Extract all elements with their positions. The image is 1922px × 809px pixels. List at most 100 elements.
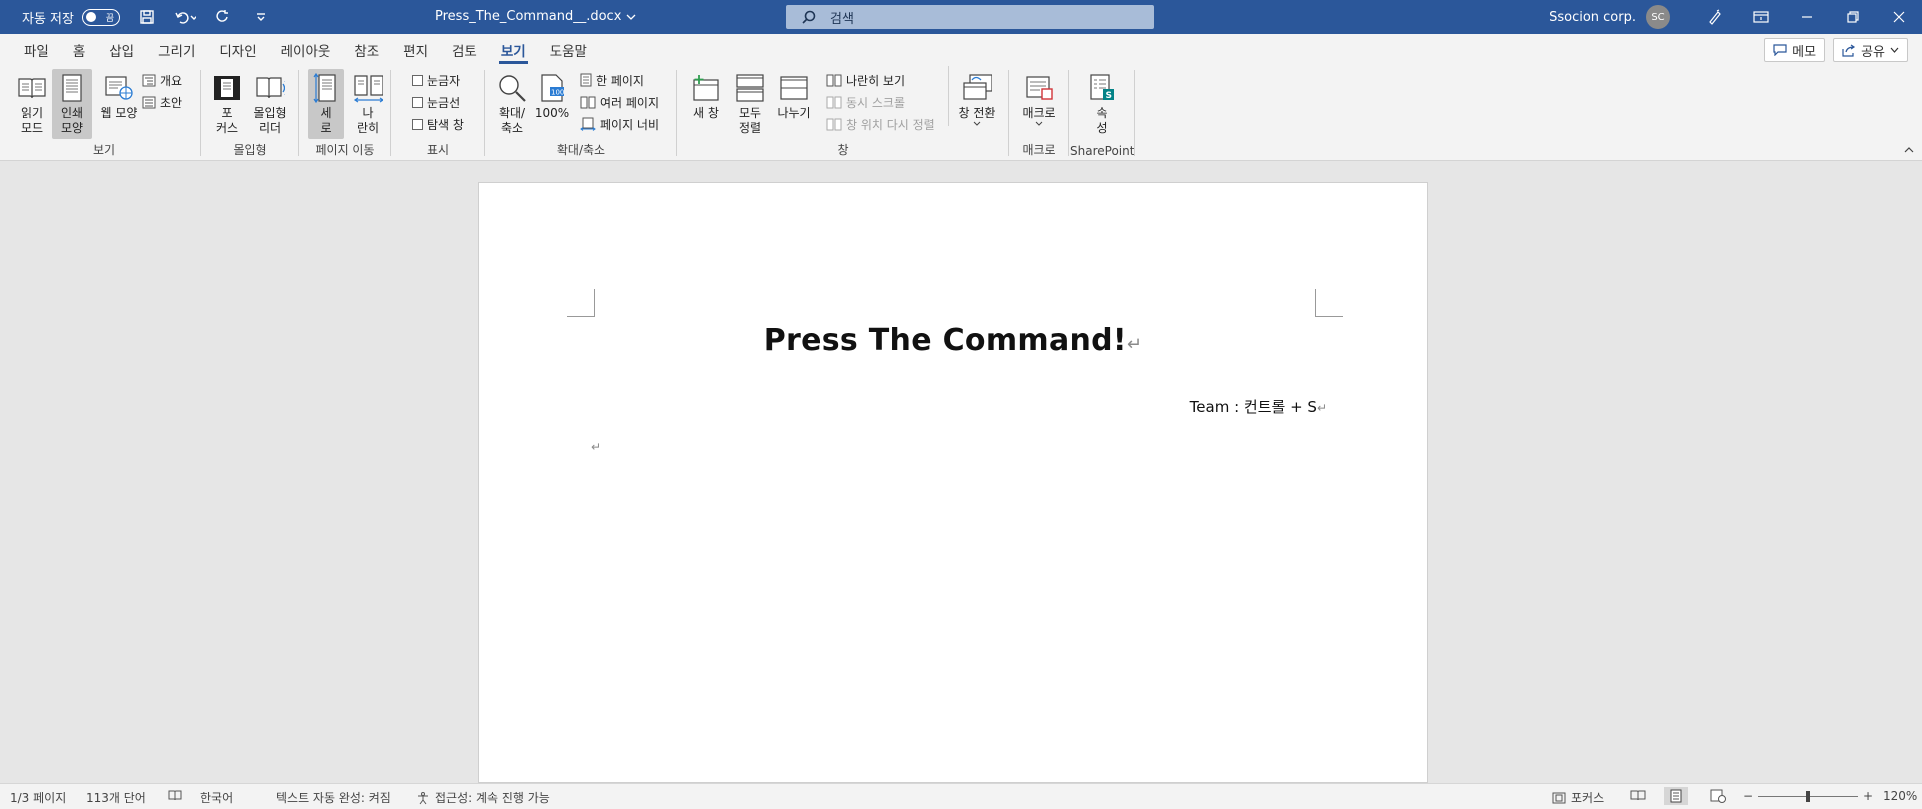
tab-review[interactable]: 검토: [440, 34, 489, 66]
team-line[interactable]: Team : 컨트롤 + S↵: [1190, 396, 1327, 417]
switch-windows-button[interactable]: 창 전환: [954, 69, 1000, 127]
collapse-ribbon-icon[interactable]: [1904, 143, 1914, 156]
close-icon[interactable]: [1876, 0, 1922, 34]
multiple-pages-icon: [580, 96, 596, 108]
synchronous-scrolling-button[interactable]: 동시 스크롤: [826, 92, 905, 112]
proofing-icon[interactable]: [168, 789, 182, 801]
document-heading-text[interactable]: Press The Command!: [764, 323, 1127, 358]
view-side-by-side-button[interactable]: 나란히 보기: [826, 70, 905, 90]
save-icon[interactable]: [136, 6, 158, 28]
ribbon-display-options-icon[interactable]: [1738, 0, 1784, 34]
draft-button[interactable]: 초안: [142, 92, 182, 112]
svg-text:S: S: [1106, 91, 1112, 101]
page-count[interactable]: 1/3 페이지: [10, 789, 66, 806]
status-bar: 1/3 페이지 113개 단어 한국어 텍스트 자동 완성: 켜짐 접근성: 계…: [0, 783, 1922, 809]
web-layout-view-icon[interactable]: [1710, 789, 1726, 803]
minimize-icon[interactable]: [1784, 0, 1830, 34]
focus-button[interactable]: 포 커스: [208, 69, 246, 136]
tab-home[interactable]: 홈: [61, 34, 97, 66]
tab-layout[interactable]: 레이아웃: [269, 34, 343, 66]
split-button[interactable]: 나누기: [772, 69, 816, 121]
new-window-icon: [691, 72, 721, 104]
outline-button[interactable]: 개요: [142, 70, 182, 90]
empty-paragraph[interactable]: ↵: [591, 440, 601, 454]
restore-icon[interactable]: [1830, 0, 1876, 34]
ribbon-view: 읽기 모드 인쇄 모양 웹 모양 개요 초안 보기 포 커스 몰입형 리더 몰입…: [0, 66, 1922, 161]
group-label-window: 창: [837, 143, 849, 157]
comments-button[interactable]: 메모: [1764, 38, 1826, 62]
zoom-100-button[interactable]: 100 100%: [534, 69, 570, 121]
checkbox-icon: [412, 74, 423, 86]
zoom-in-button[interactable]: +: [1863, 789, 1873, 803]
web-layout-button[interactable]: 웹 모양: [96, 69, 142, 121]
accessibility-icon: [418, 791, 428, 804]
new-window-button[interactable]: 새 창: [688, 69, 724, 121]
document-page[interactable]: Press The Command!↵ Team : 컨트롤 + S↵ ↵: [478, 182, 1428, 783]
divider: [390, 70, 391, 156]
share-button[interactable]: 공유: [1833, 38, 1908, 62]
tab-design[interactable]: 디자인: [207, 34, 268, 66]
ruler-label: 눈금자: [427, 73, 461, 88]
chevron-down-icon: [973, 121, 981, 126]
tab-insert[interactable]: 삽입: [97, 34, 146, 66]
macros-button[interactable]: 매크로: [1014, 69, 1064, 127]
zoom-out-button[interactable]: −: [1743, 789, 1753, 803]
arrange-all-button[interactable]: 모두 정렬: [730, 69, 770, 136]
tab-mailings[interactable]: 편지: [391, 34, 440, 66]
gridlines-checkbox[interactable]: 눈금선: [412, 92, 460, 112]
switch-windows-label: 창 전환: [958, 106, 996, 120]
zoom-slider-thumb[interactable]: [1806, 791, 1810, 802]
team-line-text[interactable]: Team : 컨트롤 + S: [1190, 398, 1317, 416]
focus-mode-button[interactable]: 포커스: [1552, 789, 1604, 806]
navigation-pane-label: 탐색 창: [427, 117, 464, 132]
pen-icon[interactable]: [1692, 0, 1738, 34]
group-label-sharepoint: SharePoint: [1070, 144, 1135, 158]
search-box[interactable]: 검색: [786, 5, 1154, 29]
focus-mode-label: 포커스: [1571, 791, 1605, 805]
properties-button[interactable]: S 속 성: [1084, 69, 1120, 136]
text-predictions[interactable]: 텍스트 자동 완성: 켜짐: [276, 789, 391, 806]
zoom-button[interactable]: 확대/ 축소: [492, 69, 532, 136]
language[interactable]: 한국어: [200, 789, 233, 806]
ruler-checkbox[interactable]: 눈금자: [412, 70, 460, 90]
book-icon: [17, 72, 47, 104]
navigation-pane-checkbox[interactable]: 탐색 창: [412, 114, 464, 134]
zoom-level[interactable]: 120%: [1883, 789, 1917, 803]
group-label-zoom: 확대/축소: [556, 143, 606, 157]
tab-view[interactable]: 보기: [489, 34, 538, 66]
print-layout-view-icon[interactable]: [1664, 787, 1688, 805]
document-title-dropdown[interactable]: Press_The_Command__.docx: [435, 9, 636, 24]
read-mode-label: 읽기 모드: [20, 106, 44, 135]
tab-help[interactable]: 도움말: [538, 34, 599, 66]
split-label: 나누기: [777, 106, 811, 120]
page-width-button[interactable]: 페이지 너비: [580, 114, 659, 134]
tab-draw[interactable]: 그리기: [146, 34, 207, 66]
read-mode-view-icon[interactable]: [1630, 789, 1646, 801]
print-layout-button[interactable]: 인쇄 모양: [52, 69, 92, 139]
redo-icon[interactable]: [212, 6, 234, 28]
avatar[interactable]: SC: [1646, 5, 1670, 29]
divider: [948, 66, 949, 126]
immersive-reader-button[interactable]: 몰입형 리더: [248, 69, 292, 136]
divider: [1008, 70, 1009, 156]
undo-icon[interactable]: [174, 6, 196, 28]
read-mode-button[interactable]: 읽기 모드: [12, 69, 52, 136]
document-heading[interactable]: Press The Command!↵: [479, 323, 1427, 358]
side-to-side-icon: [353, 72, 383, 104]
search-placeholder: 검색: [830, 11, 854, 27]
autosave-toggle[interactable]: 끔: [81, 8, 120, 26]
word-count[interactable]: 113개 단어: [86, 789, 146, 806]
arrange-all-icon: [735, 72, 765, 104]
multiple-pages-button[interactable]: 여러 페이지: [580, 92, 659, 112]
user-name[interactable]: Ssocion corp.: [1549, 10, 1636, 25]
accessibility-status[interactable]: 접근성: 계속 진행 가능: [416, 789, 550, 806]
side-to-side-button[interactable]: 나 란히: [350, 69, 386, 136]
document-canvas[interactable]: Press The Command!↵ Team : 컨트롤 + S↵ ↵: [0, 161, 1922, 783]
vertical-button[interactable]: 세 로: [308, 69, 344, 139]
tab-file[interactable]: 파일: [12, 34, 61, 66]
one-page-button[interactable]: 한 페이지: [580, 70, 644, 90]
tab-references[interactable]: 참조: [342, 34, 391, 66]
reset-window-position-button[interactable]: 창 위치 다시 정렬: [826, 114, 935, 134]
switch-windows-icon: [962, 72, 992, 104]
customize-quick-access-icon[interactable]: [250, 6, 272, 28]
